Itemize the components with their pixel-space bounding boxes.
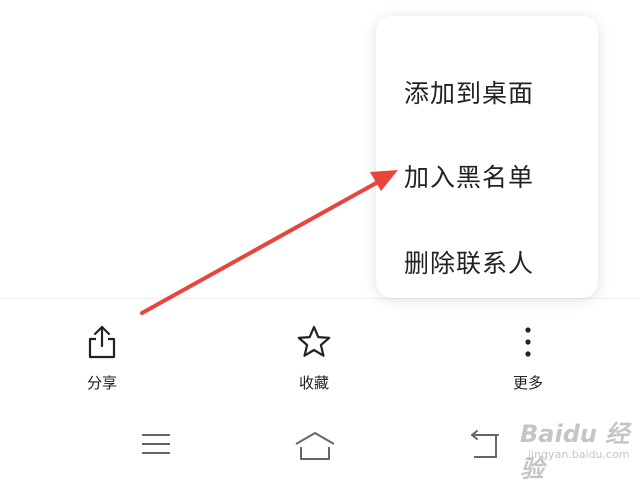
more-vertical-icon — [523, 320, 533, 364]
star-icon — [296, 320, 332, 364]
menu-item-add-to-desktop[interactable]: 添加到桌面 — [404, 74, 534, 110]
more-options-menu: 添加到桌面 加入黑名单 删除联系人 — [376, 16, 598, 298]
share-label: 分享 — [86, 374, 117, 392]
baidu-jingyan-watermark: Baidu 经验 jingyan.baidu.com — [520, 410, 636, 483]
menu-item-add-to-blacklist[interactable]: 加入黑名单 — [404, 158, 534, 194]
menu-item-delete-contact[interactable]: 删除联系人 — [404, 244, 534, 280]
menu-icon[interactable] — [140, 430, 172, 462]
more-button[interactable]: 更多 — [496, 320, 560, 393]
back-icon[interactable] — [466, 430, 502, 466]
home-icon[interactable] — [293, 430, 337, 466]
favorite-button[interactable]: 收藏 — [282, 320, 346, 393]
share-button[interactable]: 分享 — [70, 320, 134, 393]
more-label: 更多 — [512, 374, 543, 392]
watermark-url: jingyan.baidu.com — [528, 448, 630, 461]
share-icon — [87, 320, 117, 364]
toolbar-divider — [0, 298, 640, 299]
favorite-label: 收藏 — [298, 374, 329, 392]
